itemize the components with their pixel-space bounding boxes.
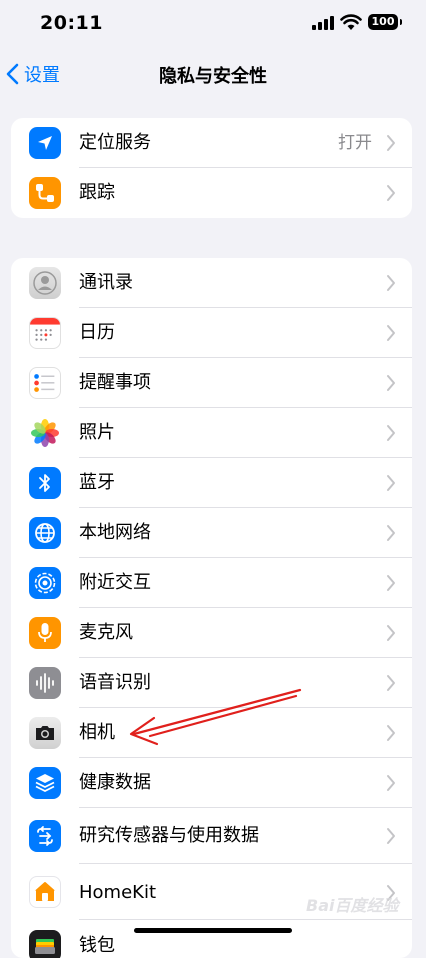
- home-icon: [29, 876, 61, 908]
- chevron-right-icon: [387, 625, 395, 641]
- row-label: 语音识别: [79, 672, 151, 693]
- speech-waveform-icon: [29, 667, 61, 699]
- row-label: 附近交互: [79, 572, 151, 593]
- health-data-icon: [29, 767, 61, 799]
- row-label: 钱包: [79, 935, 115, 956]
- status-time: 20:11: [40, 12, 103, 34]
- chevron-right-icon: [387, 275, 395, 291]
- watermark-logo: Bai百度经验: [306, 896, 399, 915]
- row-tracking[interactable]: 跟踪: [11, 168, 412, 218]
- chevron-right-icon: [387, 775, 395, 791]
- location-tracking-group: 定位服务 打开 跟踪: [11, 118, 412, 218]
- page-title: 隐私与安全性: [159, 66, 267, 87]
- bluetooth-icon: [29, 467, 61, 499]
- row-label: 通讯录: [79, 272, 133, 293]
- row-value: 打开: [338, 133, 372, 153]
- chevron-right-icon: [387, 375, 395, 391]
- calendar-icon: [29, 317, 61, 349]
- chevron-right-icon: [387, 828, 395, 844]
- row-label: 本地网络: [79, 522, 151, 543]
- row-photos[interactable]: 照片: [11, 408, 412, 458]
- chevron-right-icon: [387, 425, 395, 441]
- row-label: 相机: [79, 722, 115, 743]
- chevron-right-icon: [387, 475, 395, 491]
- row-label: HomeKit: [79, 882, 157, 903]
- permissions-group: 通讯录 日历 提醒事项 照片 蓝牙 本地网络 附近交互 麦克风 语音识别 相机 …: [11, 258, 412, 958]
- photos-icon: [29, 417, 61, 449]
- row-local-network[interactable]: 本地网络: [11, 508, 412, 558]
- globe-icon: [29, 517, 61, 549]
- tracking-icon: [29, 177, 61, 209]
- row-label: 研究传感器与使用数据: [79, 825, 259, 846]
- wifi-icon: [340, 14, 362, 30]
- row-microphone[interactable]: 麦克风: [11, 608, 412, 658]
- cellular-signal-icon: [312, 16, 334, 30]
- row-location-services[interactable]: 定位服务 打开: [11, 118, 412, 168]
- row-label: 麦克风: [79, 622, 133, 643]
- row-bluetooth[interactable]: 蓝牙: [11, 458, 412, 508]
- row-contacts[interactable]: 通讯录: [11, 258, 412, 308]
- status-bar: 20:11 100: [0, 0, 426, 48]
- contacts-icon: [29, 267, 61, 299]
- row-reminders[interactable]: 提醒事项: [11, 358, 412, 408]
- chevron-right-icon: [387, 135, 395, 151]
- row-label: 蓝牙: [79, 472, 115, 493]
- nearby-interactions-icon: [29, 567, 61, 599]
- camera-icon: [29, 717, 61, 749]
- row-label: 健康数据: [79, 772, 151, 793]
- location-arrow-icon: [29, 127, 61, 159]
- row-wallet[interactable]: 钱包: [11, 920, 412, 958]
- chevron-right-icon: [387, 675, 395, 691]
- row-calendar[interactable]: 日历: [11, 308, 412, 358]
- row-health-data[interactable]: 健康数据: [11, 758, 412, 808]
- chevron-right-icon: [387, 725, 395, 741]
- navigation-bar: 设置 隐私与安全性: [0, 52, 426, 96]
- home-indicator: [134, 928, 292, 933]
- wallet-icon: [29, 930, 61, 958]
- chevron-right-icon: [387, 325, 395, 341]
- row-research-sensor[interactable]: 研究传感器与使用数据: [11, 808, 412, 864]
- microphone-icon: [29, 617, 61, 649]
- battery-icon: 100: [368, 14, 402, 30]
- row-label: 定位服务: [79, 132, 151, 153]
- row-camera[interactable]: 相机: [11, 708, 412, 758]
- row-label: 跟踪: [79, 182, 115, 203]
- chevron-right-icon: [387, 575, 395, 591]
- chevron-right-icon: [387, 525, 395, 541]
- row-label: 提醒事项: [79, 372, 151, 393]
- row-label: 日历: [79, 322, 115, 343]
- reminders-icon: [29, 367, 61, 399]
- row-nearby-interactions[interactable]: 附近交互: [11, 558, 412, 608]
- research-sensor-icon: [29, 820, 61, 852]
- chevron-right-icon: [387, 185, 395, 201]
- row-speech-recognition[interactable]: 语音识别: [11, 658, 412, 708]
- row-label: 照片: [79, 422, 115, 443]
